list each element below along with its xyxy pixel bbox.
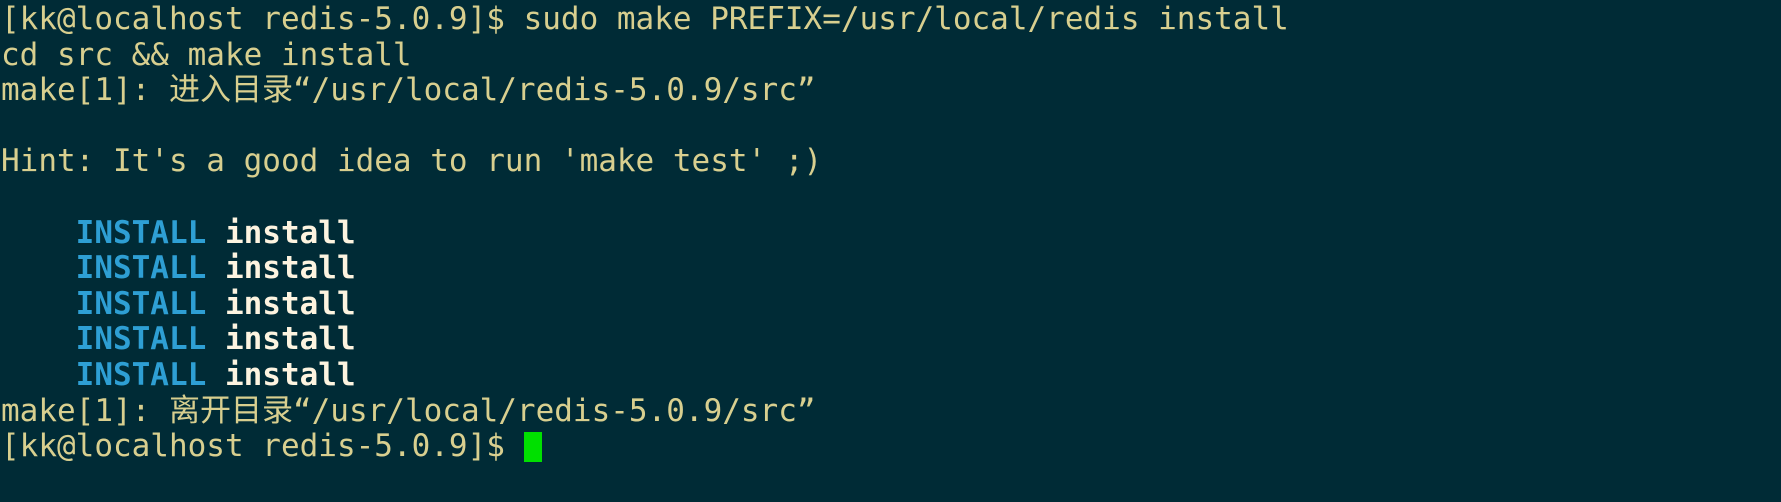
line-9-install-3-seg-3: install <box>224 285 356 322</box>
terminal-output-area[interactable]: [kk@localhost redis-5.0.9]$ sudo make PR… <box>0 1 1781 465</box>
line-8-install-2-seg-3: install <box>224 250 356 287</box>
terminal-cursor <box>523 432 542 463</box>
line-3-enter-dir-seg-0: make[1]: 进入目录“/usr/local/redis-5.0.9/src… <box>1 72 816 109</box>
line-8-install-2-seg-1: INSTALL <box>75 250 207 287</box>
line-7-install-1-seg-0 <box>1 215 76 251</box>
line-9-install-3-seg-2 <box>206 286 225 322</box>
line-10-install-4-seg-0 <box>1 321 76 357</box>
line-7-install-1-seg-2 <box>206 215 225 251</box>
line-12-leave-dir: make[1]: 离开目录“/usr/local/redis-5.0.9/src… <box>0 392 1781 430</box>
line-11-install-5-seg-3: install <box>224 356 356 393</box>
line-7-install-1-seg-3: install <box>224 214 356 251</box>
line-10-install-4-seg-2 <box>206 321 225 357</box>
line-12-leave-dir-seg-0: make[1]: 离开目录“/usr/local/redis-5.0.9/src… <box>1 392 816 429</box>
line-11-install-5: INSTALL install <box>0 356 1781 394</box>
line-1-prompt-command: [kk@localhost redis-5.0.9]$ sudo make PR… <box>0 1 1781 38</box>
line-11-install-5-seg-0 <box>1 357 76 393</box>
line-6-blank <box>0 180 1781 216</box>
line-10-install-4-seg-1: INSTALL <box>75 321 207 358</box>
line-11-install-5-seg-2 <box>206 357 225 393</box>
line-5-hint: Hint: It's a good idea to run 'make test… <box>0 144 1781 180</box>
line-5-hint-seg-0: Hint: It's a good idea to run 'make test… <box>1 143 823 180</box>
line-13-prompt-seg-0: [kk@localhost redis-5.0.9]$ <box>1 428 524 465</box>
line-10-install-4: INSTALL install <box>0 322 1781 358</box>
line-9-install-3-seg-0 <box>1 286 76 322</box>
line-8-install-2-seg-2 <box>206 250 225 286</box>
line-4-blank <box>0 109 1781 145</box>
line-8-install-2-seg-0 <box>1 250 76 286</box>
line-7-install-1: INSTALL install <box>0 214 1781 252</box>
line-8-install-2: INSTALL install <box>0 250 1781 287</box>
line-11-install-5-seg-1: INSTALL <box>75 356 207 393</box>
line-7-install-1-seg-1: INSTALL <box>75 214 207 251</box>
line-2-cd-src: cd src && make install <box>0 36 1781 74</box>
terminal-window[interactable]: [kk@localhost redis-5.0.9]$ sudo make PR… <box>0 0 1781 502</box>
line-10-install-4-seg-3: install <box>224 321 356 358</box>
line-1-prompt-command-seg-0: [kk@localhost redis-5.0.9]$ sudo make PR… <box>1 1 1289 37</box>
line-13-prompt: [kk@localhost redis-5.0.9]$ <box>0 428 1781 465</box>
line-3-enter-dir: make[1]: 进入目录“/usr/local/redis-5.0.9/src… <box>0 72 1781 109</box>
line-9-install-3: INSTALL install <box>0 285 1781 323</box>
line-9-install-3-seg-1: INSTALL <box>75 285 207 322</box>
line-2-cd-src-seg-0: cd src && make install <box>1 36 412 73</box>
